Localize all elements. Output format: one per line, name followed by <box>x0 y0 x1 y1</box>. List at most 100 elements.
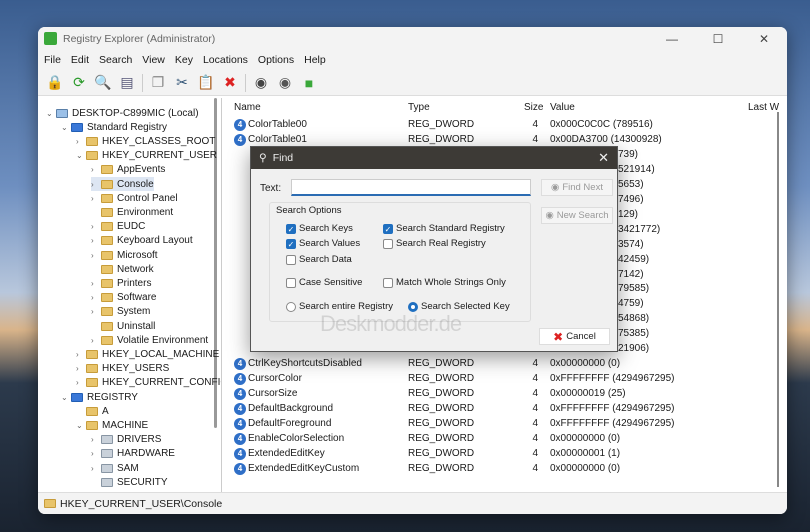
minimize-button[interactable]: — <box>649 32 695 46</box>
chevron-right-icon[interactable]: › <box>76 364 86 373</box>
tree-item[interactable]: Environment <box>91 205 173 219</box>
tree-item[interactable]: SECURITY <box>91 475 168 489</box>
tree-item[interactable]: ⌄ Standard Registry <box>61 120 167 134</box>
tree-item[interactable]: › HKEY_USERS <box>76 362 169 376</box>
search-text-input[interactable] <box>291 179 531 196</box>
tree-item[interactable]: › Keyboard Layout <box>91 234 193 248</box>
tree-item[interactable]: A <box>76 404 109 418</box>
window-icon[interactable]: ▤ <box>118 74 136 92</box>
option-search-standard-registry[interactable]: ✓ Search Standard Registry <box>383 223 505 234</box>
option-case-sensitive[interactable]: Case Sensitive <box>286 277 362 288</box>
chevron-right-icon[interactable]: › <box>76 350 86 359</box>
column-header-size[interactable]: Size <box>524 102 543 116</box>
chevron-right-icon[interactable]: › <box>91 180 101 189</box>
chevron-down-icon[interactable]: ⌄ <box>61 393 71 402</box>
tree-item[interactable]: ⌄ DESKTOP-C899MIC (Local) <box>46 106 199 120</box>
chevron-right-icon[interactable]: › <box>91 307 101 316</box>
close-button[interactable]: ✕ <box>741 32 787 46</box>
chevron-right-icon[interactable]: › <box>91 336 101 345</box>
cancel-button[interactable]: ✖ Cancel <box>539 328 610 345</box>
menu-file[interactable]: File <box>44 54 61 66</box>
menu-locations[interactable]: Locations <box>203 54 248 66</box>
option-search-values[interactable]: ✓ Search Values <box>286 238 360 249</box>
table-row[interactable]: 4 DefaultBackground REG_DWORD 4 0xFFFFFFFF (… <box>230 402 770 417</box>
search-folder-icon[interactable]: 🔍 <box>94 74 112 92</box>
refresh-icon[interactable]: ⟳ <box>70 74 88 92</box>
list-scrollbar[interactable] <box>777 112 779 487</box>
table-row[interactable]: 4 CtrlKeyShortcutsDisabled REG_DWORD 4 0x000… <box>230 357 770 372</box>
tree-item[interactable]: › HKEY_LOCAL_MACHINE <box>76 347 219 361</box>
tree-item[interactable]: › HARDWARE <box>91 447 175 461</box>
checkbox[interactable] <box>286 254 296 265</box>
chevron-right-icon[interactable]: › <box>91 165 101 174</box>
column-header-type[interactable]: Type <box>408 102 430 116</box>
table-row[interactable]: 4 ExtendedEditKeyCustom REG_DWORD 4 0x000000… <box>230 462 770 477</box>
checkbox[interactable]: ✓ <box>383 223 393 234</box>
new-search-button[interactable]: ◉ New Search <box>541 207 613 224</box>
chevron-down-icon[interactable]: ⌄ <box>76 151 86 160</box>
tree-item[interactable]: ⌄ MACHINE <box>76 418 148 432</box>
table-row[interactable]: 4 DefaultForeground REG_DWORD 4 0xFFFFFFFF (… <box>230 417 770 432</box>
option-match-whole-strings-only[interactable]: Match Whole Strings Only <box>383 277 506 288</box>
scope-search-entire-registry[interactable]: Search entire Registry <box>286 301 393 312</box>
chevron-right-icon[interactable]: › <box>91 293 101 302</box>
tree-item[interactable]: › SAM <box>91 461 139 475</box>
paste-icon[interactable]: 📋 <box>197 74 215 92</box>
tree-item[interactable]: › HKEY_CURRENT_CONFIG <box>76 376 221 390</box>
column-header-name[interactable]: Name <box>234 102 261 116</box>
connect-icon[interactable]: ■ <box>300 74 318 92</box>
menu-options[interactable]: Options <box>258 54 294 66</box>
copy-icon[interactable]: ❐ <box>149 74 167 92</box>
column-header-last-write[interactable]: Last W <box>748 102 779 116</box>
delete-icon[interactable]: ✖ <box>221 74 239 92</box>
menu-view[interactable]: View <box>142 54 165 66</box>
tree-item[interactable]: › HKEY_CLASSES_ROOT <box>76 134 215 148</box>
option-search-data[interactable]: Search Data <box>286 254 352 265</box>
tree-item[interactable]: ⌄ REGISTRY <box>61 390 138 404</box>
tree-item[interactable]: › Console <box>91 177 154 191</box>
checkbox[interactable]: ✓ <box>286 223 296 234</box>
tree-item[interactable]: › EUDC <box>91 220 145 234</box>
chevron-right-icon[interactable]: › <box>91 464 101 473</box>
table-row[interactable]: 4 ExtendedEditKey REG_DWORD 4 0x00000001 (1) <box>230 447 770 462</box>
table-row[interactable]: 4 CursorColor REG_DWORD 4 0xFFFFFFFF (429496… <box>230 372 770 387</box>
tree-item[interactable]: Network <box>91 262 154 276</box>
find-next-icon[interactable]: ◉ <box>276 74 294 92</box>
table-row[interactable]: 4 CursorSize REG_DWORD 4 0x00000019 (25) <box>230 387 770 402</box>
cut-icon[interactable]: ✂ <box>173 74 191 92</box>
find-next-button[interactable]: ◉ Find Next <box>541 179 613 196</box>
checkbox[interactable]: ✓ <box>286 238 296 249</box>
table-row[interactable]: 4 EnableColorSelection REG_DWORD 4 0x0000000… <box>230 432 770 447</box>
chevron-down-icon[interactable]: ⌄ <box>61 123 71 132</box>
chevron-right-icon[interactable]: › <box>91 251 101 260</box>
chevron-right-icon[interactable]: › <box>91 222 101 231</box>
option-search-keys[interactable]: ✓ Search Keys <box>286 223 353 234</box>
checkbox[interactable] <box>383 238 393 249</box>
tree-item[interactable]: Uninstall <box>91 319 155 333</box>
tree-item[interactable]: › Microsoft <box>91 248 158 262</box>
chevron-right-icon[interactable]: › <box>91 194 101 203</box>
tree-item[interactable]: › System <box>91 305 150 319</box>
chevron-right-icon[interactable]: › <box>91 236 101 245</box>
chevron-right-icon[interactable]: › <box>91 435 101 444</box>
find-icon[interactable]: ◉ <box>252 74 270 92</box>
checkbox[interactable] <box>286 277 296 288</box>
tree-item[interactable]: › Software <box>91 291 156 305</box>
tree-item[interactable]: › Printers <box>91 276 151 290</box>
menu-edit[interactable]: Edit <box>71 54 89 66</box>
menu-key[interactable]: Key <box>175 54 193 66</box>
column-header-value[interactable]: Value <box>550 102 575 116</box>
tree-item[interactable]: › Control Panel <box>91 191 178 205</box>
chevron-right-icon[interactable]: › <box>76 378 86 387</box>
find-dialog-close-button[interactable]: ✕ <box>598 150 609 166</box>
radio-button[interactable] <box>286 301 296 312</box>
tree-item[interactable]: › DRIVERS <box>91 433 161 447</box>
scope-search-selected-key[interactable]: Search Selected Key <box>408 301 510 312</box>
chevron-right-icon[interactable]: › <box>91 279 101 288</box>
chevron-right-icon[interactable]: › <box>76 137 86 146</box>
maximize-button[interactable]: ☐ <box>695 32 741 46</box>
lock-icon[interactable]: 🔒 <box>46 74 64 92</box>
tree-item[interactable]: › AppEvents <box>91 163 165 177</box>
tree-item[interactable]: ⌄ HKEY_CURRENT_USER <box>76 149 217 163</box>
menu-help[interactable]: Help <box>304 54 326 66</box>
